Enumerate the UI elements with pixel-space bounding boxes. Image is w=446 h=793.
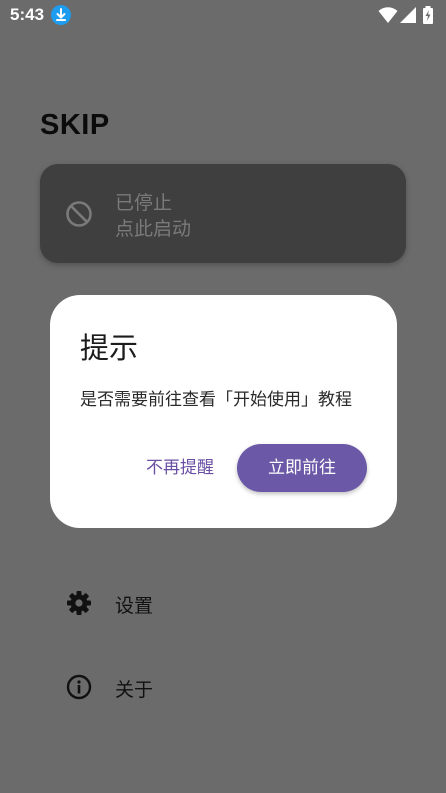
- menu-item-about-label: 关于: [115, 679, 154, 701]
- dialog-title: 提示: [80, 331, 139, 365]
- wifi-icon: [378, 7, 398, 23]
- status-bar: 5:43: [0, 0, 446, 32]
- service-status-card[interactable]: 已停止 点此启动: [40, 164, 406, 263]
- status-time: 5:43: [10, 5, 45, 24]
- service-start-hint: 点此启动: [115, 218, 192, 240]
- app-title: SKIP: [40, 109, 110, 141]
- battery-icon: [423, 6, 433, 24]
- cell-signal-icon: [400, 7, 416, 23]
- tutorial-prompt-dialog: 提示 是否需要前往查看「开始使用」教程 不再提醒 立即前往: [50, 295, 397, 528]
- menu-item-about[interactable]: 关于: [66, 667, 366, 707]
- dont-remind-button[interactable]: 不再提醒: [134, 445, 226, 491]
- dialog-message: 是否需要前往查看「开始使用」教程: [80, 390, 352, 410]
- go-now-button[interactable]: 立即前往: [237, 444, 367, 492]
- menu-item-settings-label: 设置: [115, 595, 154, 617]
- gear-icon: [67, 591, 91, 615]
- status-icons: [378, 6, 438, 24]
- download-icon: [51, 5, 71, 25]
- info-icon: [66, 674, 92, 700]
- menu-item-settings[interactable]: 设置: [66, 583, 366, 623]
- block-icon: [66, 201, 92, 227]
- service-status-text: 已停止: [115, 192, 173, 214]
